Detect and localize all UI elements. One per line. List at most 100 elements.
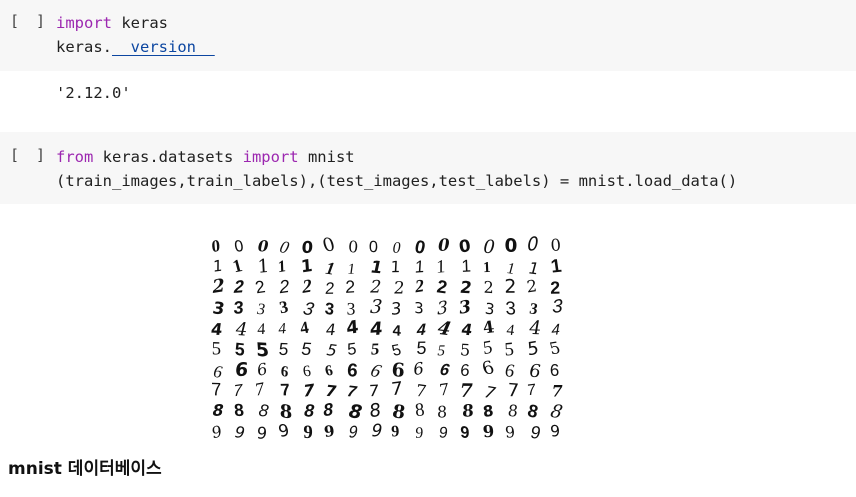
code-cell-1[interactable]: [ ] import keras keras.__version__ — [0, 0, 856, 71]
mnist-digit: 7 — [279, 380, 291, 399]
mnist-digit: 1 — [526, 259, 541, 279]
mnist-digit: 4 — [505, 322, 515, 340]
code-token: (train_images,train_labels),(test_images… — [56, 172, 738, 190]
mnist-digit: 7 — [460, 380, 473, 402]
mnist-digit: 3 — [369, 296, 383, 318]
mnist-digit: 1 — [213, 257, 223, 276]
mnist-digit: 3 — [347, 298, 356, 318]
code-line: import keras — [56, 11, 215, 35]
mnist-digit: 3 — [458, 297, 473, 319]
mnist-digit: 6 — [459, 360, 471, 380]
mnist-digit: 9 — [482, 422, 495, 442]
mnist-digit: 6 — [412, 359, 425, 379]
mnist-digit: 2 — [504, 277, 516, 298]
mnist-digit: 3 — [505, 297, 516, 318]
code-token: keras — [112, 14, 168, 32]
mnist-digit: 4 — [436, 318, 453, 340]
mnist-digit: 4 — [460, 320, 474, 339]
mnist-digit: 8 — [347, 401, 363, 424]
mnist-digit: 8 — [212, 401, 224, 420]
mnist-digit: 4 — [234, 319, 247, 341]
code-keyword: import — [242, 148, 299, 166]
mnist-digit: 8 — [414, 399, 426, 421]
mnist-digit: 5 — [212, 338, 222, 359]
mnist-digit: 0 — [458, 235, 472, 257]
mnist-digit: 9 — [391, 423, 400, 440]
mnist-digit: 8 — [527, 400, 539, 422]
mnist-digit: 4 — [416, 321, 427, 340]
code-editor[interactable]: import keras keras.__version__ — [56, 11, 215, 59]
mnist-digit: 4 — [392, 322, 401, 340]
mnist-digit: 5 — [234, 339, 245, 360]
mnist-digit: 5 — [390, 342, 403, 360]
mnist-digit: 4 — [527, 317, 543, 339]
mnist-digit: 8 — [233, 400, 245, 420]
mnist-digit: 0 — [504, 235, 517, 257]
mnist-digit: 1 — [505, 260, 517, 278]
mnist-digit: 3 — [278, 297, 290, 317]
run-cell-button[interactable]: [ ] — [10, 12, 49, 30]
mnist-digit: 6 — [280, 363, 289, 381]
mnist-digit: 5 — [301, 339, 311, 360]
mnist-digit: 0 — [301, 238, 313, 257]
mnist-digit: 5 — [326, 340, 339, 360]
mnist-digit: 9 — [209, 422, 224, 442]
mnist-digit: 2 — [526, 276, 538, 296]
mnist-digit: 2 — [233, 276, 245, 297]
mnist-digit: 3 — [301, 298, 316, 320]
mnist-digit: 3 — [414, 299, 424, 318]
mnist-digit: 1 — [276, 256, 288, 276]
mnist-digit: 6 — [439, 360, 452, 379]
mnist-digit: 0 — [483, 237, 495, 258]
mnist-digit: 1 — [324, 258, 336, 279]
mnist-digit: 2 — [483, 277, 493, 297]
mnist-digit: 2 — [459, 278, 474, 297]
mnist-digit: 3 — [233, 297, 244, 317]
mnist-digit: 7 — [483, 382, 498, 402]
code-line: from keras.datasets import mnist — [56, 145, 737, 169]
mnist-digit: 2 — [253, 276, 267, 297]
mnist-digit: 1 — [371, 256, 383, 277]
mnist-digit: 9 — [323, 422, 336, 441]
mnist-digit: 9 — [460, 422, 469, 442]
mnist-digit: 8 — [507, 401, 519, 420]
mnist-digit: 8 — [462, 400, 474, 421]
mnist-digit: 7 — [552, 382, 563, 401]
mnist-digit: 1 — [414, 256, 425, 277]
mnist-digit: 3 — [324, 299, 335, 319]
mnist-digit: 7 — [507, 380, 520, 402]
mnist-digit: 2 — [342, 277, 357, 297]
mnist-digit: 6 — [529, 360, 541, 383]
mnist-digit: 7 — [346, 383, 359, 401]
mnist-digit: 0 — [369, 238, 379, 257]
mnist-digit: 9 — [303, 422, 312, 443]
mnist-digit: 3 — [552, 296, 563, 318]
mnist-digit: 1 — [483, 260, 491, 276]
mnist-digit: 9 — [232, 422, 247, 442]
mnist-digit: 0 — [348, 237, 359, 257]
mnist-digit: 2 — [324, 280, 335, 298]
code-line: (train_images,train_labels),(test_images… — [56, 169, 737, 193]
code-line: keras.__version__ — [56, 35, 215, 59]
mnist-digit: 5 — [460, 340, 471, 360]
cell-output: '2.12.0' — [56, 84, 131, 102]
mnist-digit: 2 — [301, 276, 312, 299]
code-token: mnist — [298, 148, 355, 166]
mnist-digit: 6 — [324, 363, 335, 380]
mnist-digit: 4 — [210, 320, 223, 339]
mnist-digit: 0 — [393, 240, 401, 257]
mnist-digit: 5 — [525, 338, 542, 360]
mnist-digit: 9 — [256, 423, 268, 443]
run-cell-button[interactable]: [ ] — [10, 146, 49, 164]
mnist-digit: 0 — [258, 237, 269, 255]
mnist-digit: 3 — [390, 299, 404, 319]
mnist-digit: 0 — [415, 235, 426, 258]
mnist-digit: 2 — [393, 278, 406, 298]
mnist-digit: 6 — [479, 357, 497, 379]
image-caption: mnist 데이터베이스 — [8, 459, 162, 479]
mnist-digit: 1 — [257, 256, 270, 278]
mnist-digit: 5 — [482, 337, 493, 360]
mnist-digit: 6 — [255, 359, 269, 379]
mnist-digit: 6 — [234, 360, 249, 381]
code-editor[interactable]: from keras.datasets import mnist (train_i… — [56, 145, 737, 193]
